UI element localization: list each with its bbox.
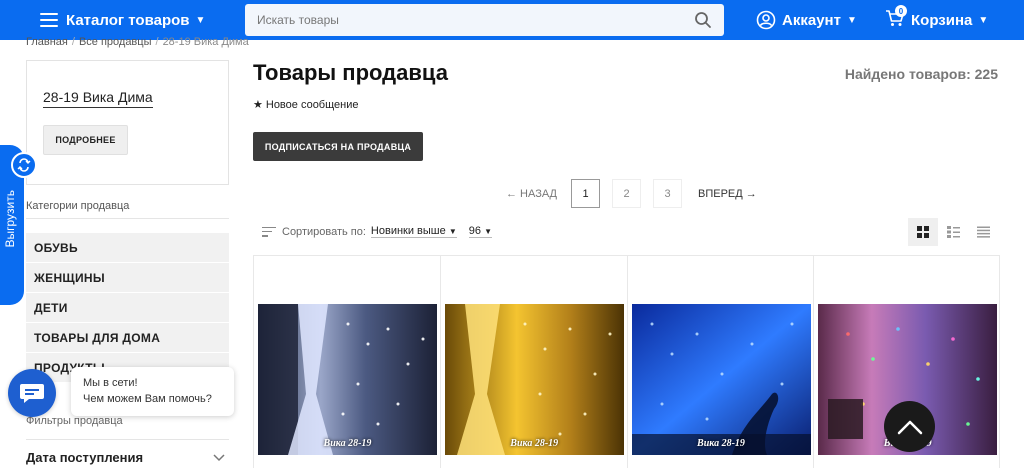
pagination-next[interactable]: ВПЕРЕД → [698,188,757,200]
product-image[interactable]: Вика 28-19 [631,304,811,455]
seller-card: 28-19 Вика Дима ПОДРОБНЕЕ [26,60,229,185]
breadcrumb-home[interactable]: Главная [26,36,68,48]
date-filter-label: Дата поступления [26,450,144,465]
export-icon[interactable] [11,152,37,178]
export-label[interactable]: Выгрузить [3,190,17,248]
view-toggles [908,218,998,246]
account-menu[interactable]: Аккаунт ▼ [756,0,857,40]
category-item-shoes[interactable]: ОБУВЬ [26,233,229,263]
compact-view-button[interactable] [938,218,968,246]
chat-icon [20,384,44,403]
category-item-women[interactable]: ЖЕНЩИНЫ [26,263,229,293]
product-caption: Вика 28-19 [510,438,559,449]
chevron-down-icon: ▼ [978,14,989,26]
breadcrumb: Главная / Все продавцы/28-19 Вика Дима [26,36,249,48]
divider [26,439,229,440]
product-caption: Вика 28-19 [697,438,745,449]
breadcrumb-current: 28-19 Вика Дима [162,36,249,48]
sort-bar: Сортировать по: Новинки выше ▼ 96 ▼ [262,225,492,238]
catalog-label: Каталог товаров [66,11,190,29]
list-icon [976,226,990,238]
new-message-label: Новое сообщение [265,98,359,111]
seller-name[interactable]: 28-19 Вика Дима [43,89,153,108]
per-page-value: 96 [468,225,481,237]
divider [26,218,229,219]
per-page-select[interactable]: 96 ▼ [468,225,492,238]
category-list: ОБУВЬ ЖЕНЩИНЫ ДЕТИ ТОВАРЫ ДЛЯ ДОМА ПРОДУ… [26,233,229,383]
subscribe-button[interactable]: ПОДПИСАТЬСЯ НА ПРОДАВЦА [253,132,423,161]
pagination-page-3[interactable]: 3 [653,179,683,208]
sort-label: Сортировать по: [282,225,366,238]
product-card[interactable]: Вика 28-19 [439,256,627,468]
pagination-page-2[interactable]: 2 [612,179,642,208]
categories-title: Категории продавца [26,200,130,212]
product-card[interactable]: Вика 28-19 [253,256,440,468]
chevron-down-icon: ▼ [484,227,492,236]
chevron-down-icon [213,451,225,465]
grid-view-button[interactable] [908,218,938,246]
account-label: Аккаунт [782,11,841,29]
chevron-down-icon: ▼ [846,14,857,26]
cart-icon: 0 [885,5,907,32]
cart-count-badge: 0 [895,5,907,17]
page-title: Товары продавца [253,60,448,85]
sort-icon [262,226,276,237]
found-count: Найдено товаров: 225 [844,66,998,82]
pagination: ← НАЗАД 1 2 3 ВПЕРЕД → [506,179,757,208]
curtain-lights-blue-image [631,304,811,455]
cart-label: Корзина [911,11,973,29]
product-image[interactable]: Вика 28-19 [258,304,437,455]
chat-line-1: Мы в сети! [83,377,138,389]
chevron-down-icon: ▼ [448,227,457,236]
search-input[interactable] [245,13,688,27]
details-button[interactable]: ПОДРОБНЕЕ [43,125,128,155]
hamburger-icon [40,13,58,27]
star-icon: ★ [253,99,263,111]
curtain-lights-white-image [258,304,437,455]
chevron-up-icon [897,420,922,434]
pagination-prev[interactable]: ← НАЗАД [506,188,557,200]
scroll-to-top-button[interactable] [884,401,935,452]
chevron-down-icon: ▼ [195,14,206,26]
top-header: Каталог товаров ▼ Аккаунт ▼ 0 Корзина ▼ [0,0,1024,40]
cart-menu[interactable]: 0 Корзина ▼ [885,0,988,40]
product-caption: Вика 28-19 [323,438,372,449]
user-icon [756,10,776,30]
pagination-page-1[interactable]: 1 [571,179,601,208]
catalog-menu-button[interactable]: Каталог товаров ▼ [40,0,205,40]
filters-title: Фильтры продавца [26,415,123,427]
chat-greeting[interactable]: Мы в сети! Чем можем Вам помочь? [71,367,234,416]
search-icon[interactable] [688,5,718,35]
curtain-lights-gold-image [444,304,624,455]
category-item-kids[interactable]: ДЕТИ [26,293,229,323]
product-card[interactable]: Вика 28-19 [626,256,814,468]
breadcrumb-all-sellers[interactable]: Все продавцы [79,36,152,48]
chat-button[interactable] [8,369,56,417]
product-image[interactable]: Вика 28-19 [444,304,624,455]
category-item-home[interactable]: ТОВАРЫ ДЛЯ ДОМА [26,323,229,353]
grid-icon [917,226,929,238]
chat-line-2: Чем можем Вам помочь? [83,393,212,405]
date-filter-toggle[interactable]: Дата поступления [26,450,229,465]
sort-select[interactable]: Новинки выше ▼ [370,225,457,238]
sort-select-value: Новинки выше [370,225,446,237]
new-message-link[interactable]: ★ Новое сообщение [253,98,359,112]
search-bar [245,4,724,36]
compact-list-icon [946,226,960,238]
list-view-button[interactable] [968,218,998,246]
